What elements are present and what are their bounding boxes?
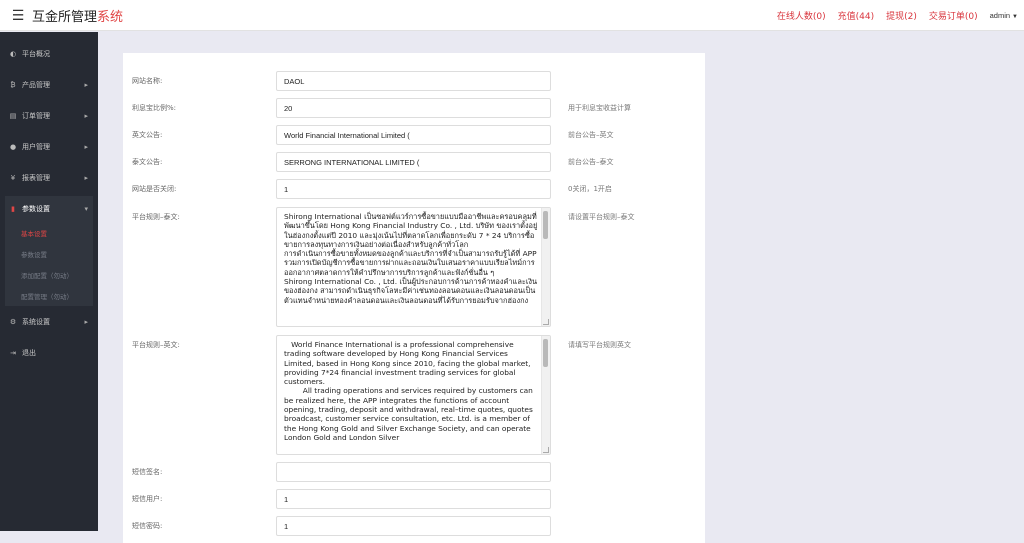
- field-label: 平台规则–英文:: [132, 341, 180, 349]
- rules-en-text: World Finance International is a profess…: [284, 340, 533, 442]
- sidebar-subitem-params[interactable]: 参数设置: [5, 243, 93, 264]
- sidebar: ◐ 平台概况 ₿ 产品管理 ▸ ▤ 订单管理 ▸ ● 用户管理 ▸ ¥ 报表管理 ▸ ▮ 参数设置 ▾…: [0, 32, 98, 531]
- gauge-icon: ◐: [9, 49, 17, 58]
- sidebar-subitem-config-manage[interactable]: 配置管理（勿动）: [5, 285, 93, 306]
- resize-grip-icon[interactable]: [543, 319, 549, 325]
- book-icon: ▮: [11, 205, 15, 213]
- field-label: 网站名称:: [132, 77, 163, 85]
- settings-form-panel: 网站名称: 利息宝比例%: 用于利息宝收益计算 英文公告: 前台公告–英文 泰文…: [123, 53, 705, 543]
- scrollbar-thumb[interactable]: [543, 339, 548, 367]
- chevron-right-icon: ▸: [84, 173, 88, 182]
- field-label: 英文公告:: [132, 131, 163, 139]
- form-row-interest-rate: 利息宝比例%: 用于利息宝收益计算: [123, 98, 705, 118]
- user-menu[interactable]: admin ▼: [990, 11, 1018, 20]
- bitcoin-icon: ₿: [10, 80, 16, 89]
- field-hint: 请设置平台规则–泰文: [568, 213, 635, 221]
- sidebar-subitem-basic[interactable]: 基本设置: [5, 222, 93, 243]
- sidebar-item-logout[interactable]: ⇥ 退出: [0, 337, 98, 368]
- field-label: 短信用户:: [132, 495, 163, 503]
- field-hint: 前台公告–泰文: [568, 158, 614, 166]
- sidebar-item-label: 平台概况: [22, 49, 50, 58]
- field-label: 短信密码:: [132, 522, 163, 530]
- rules-en-textarea[interactable]: World Finance International is a profess…: [276, 335, 551, 455]
- form-row-sms-password: 短信密码:: [123, 516, 705, 536]
- field-hint: 0关闭，1开启: [568, 185, 612, 193]
- form-row-en-notice: 英文公告: 前台公告–英文: [123, 125, 705, 145]
- recharge-link[interactable]: 充值(44): [838, 9, 874, 22]
- top-bar: ☰ 互金所管理系统 在线人数(0) 充值(44) 提现(2) 交易订单(0) a…: [0, 0, 1024, 31]
- brand-highlight: 系统: [97, 9, 124, 25]
- form-row-rules-th: 平台规则–泰文: Shirong International เป็นซอฟต์…: [123, 207, 705, 327]
- sidebar-item-orders[interactable]: ▤ 订单管理 ▸: [0, 100, 98, 131]
- gears-icon: ⚙: [9, 317, 17, 326]
- form-row-th-notice: 泰文公告: 前台公告–泰文: [123, 152, 705, 172]
- rules-th-textarea[interactable]: Shirong International เป็นซอฟต์แวร์การซื…: [276, 207, 551, 327]
- field-label: 泰文公告:: [132, 158, 163, 166]
- field-hint: 用于利息宝收益计算: [568, 104, 631, 112]
- sidebar-item-users[interactable]: ● 用户管理 ▸: [0, 131, 98, 162]
- chevron-down-icon: ▾: [84, 205, 88, 213]
- site-closed-input[interactable]: [276, 179, 551, 199]
- user-icon: ●: [9, 142, 17, 151]
- resize-grip-icon[interactable]: [543, 447, 549, 453]
- scrollbar[interactable]: [541, 208, 550, 326]
- form-row-sms-sign: 短信签名:: [123, 462, 705, 482]
- sidebar-item-products[interactable]: ₿ 产品管理 ▸: [0, 69, 98, 100]
- en-notice-input[interactable]: [276, 125, 551, 145]
- header-links: 在线人数(0) 充值(44) 提现(2) 交易订单(0) admin ▼: [777, 0, 1024, 31]
- sidebar-submenu: 基本设置 参数设置 添加配置（勿动） 配置管理（勿动）: [5, 222, 93, 306]
- field-label: 短信签名:: [132, 468, 163, 476]
- sidebar-item-params[interactable]: ▮ 参数设置 ▾: [5, 196, 93, 222]
- user-name: admin: [989, 11, 1011, 20]
- caret-down-icon: ▼: [1012, 14, 1018, 20]
- order-icon: ▤: [9, 111, 17, 120]
- brand-title: 互金所管理系统: [32, 6, 123, 25]
- th-notice-input[interactable]: [276, 152, 551, 172]
- scrollbar-thumb[interactable]: [543, 211, 548, 239]
- yen-icon: ¥: [10, 173, 16, 182]
- sidebar-item-label: 参数设置: [22, 205, 50, 213]
- sidebar-item-label: 报表管理: [22, 173, 50, 182]
- sidebar-item-label: 用户管理: [22, 142, 50, 151]
- scrollbar[interactable]: [541, 336, 550, 454]
- sidebar-item-label: 退出: [22, 348, 36, 357]
- field-label: 网站是否关闭:: [132, 185, 177, 193]
- field-hint: 前台公告–英文: [568, 131, 614, 139]
- sidebar-subitem-add-config[interactable]: 添加配置（勿动）: [5, 264, 93, 285]
- withdraw-link[interactable]: 提现(2): [886, 9, 917, 22]
- field-label: 平台规则–泰文:: [132, 213, 180, 221]
- rules-th-text: Shirong International เป็นซอฟต์แวร์การซื…: [284, 212, 538, 305]
- brand-main: 互金所管理: [32, 9, 98, 25]
- sms-sign-input[interactable]: [276, 462, 551, 482]
- online-users-link[interactable]: 在线人数(0): [777, 9, 826, 22]
- chevron-right-icon: ▸: [84, 317, 88, 326]
- hamburger-icon[interactable]: ☰: [6, 7, 30, 24]
- field-hint: 请填写平台规则英文: [568, 341, 631, 349]
- form-row-rules-en: 平台规则–英文: World Finance International is …: [123, 335, 705, 455]
- chevron-right-icon: ▸: [84, 142, 88, 151]
- trade-orders-link[interactable]: 交易订单(0): [929, 9, 978, 22]
- chevron-right-icon: ▸: [84, 111, 88, 120]
- sidebar-item-reports[interactable]: ¥ 报表管理 ▸: [0, 162, 98, 193]
- sidebar-item-label: 系统设置: [22, 317, 50, 326]
- chevron-right-icon: ▸: [84, 80, 88, 89]
- sidebar-item-overview[interactable]: ◐ 平台概况: [0, 38, 98, 69]
- sms-password-input[interactable]: [276, 516, 551, 536]
- logout-icon: ⇥: [10, 348, 16, 357]
- field-label: 利息宝比例%:: [132, 104, 177, 112]
- form-row-sms-user: 短信用户:: [123, 489, 705, 509]
- form-row-site-closed: 网站是否关闭: 0关闭，1开启: [123, 179, 705, 199]
- sms-user-input[interactable]: [276, 489, 551, 509]
- site-name-input[interactable]: [276, 71, 551, 91]
- interest-rate-input[interactable]: [276, 98, 551, 118]
- sidebar-item-system[interactable]: ⚙ 系统设置 ▸: [0, 306, 98, 337]
- sidebar-item-label: 产品管理: [22, 80, 50, 89]
- form-row-site-name: 网站名称:: [123, 71, 705, 91]
- sidebar-item-label: 订单管理: [22, 111, 50, 120]
